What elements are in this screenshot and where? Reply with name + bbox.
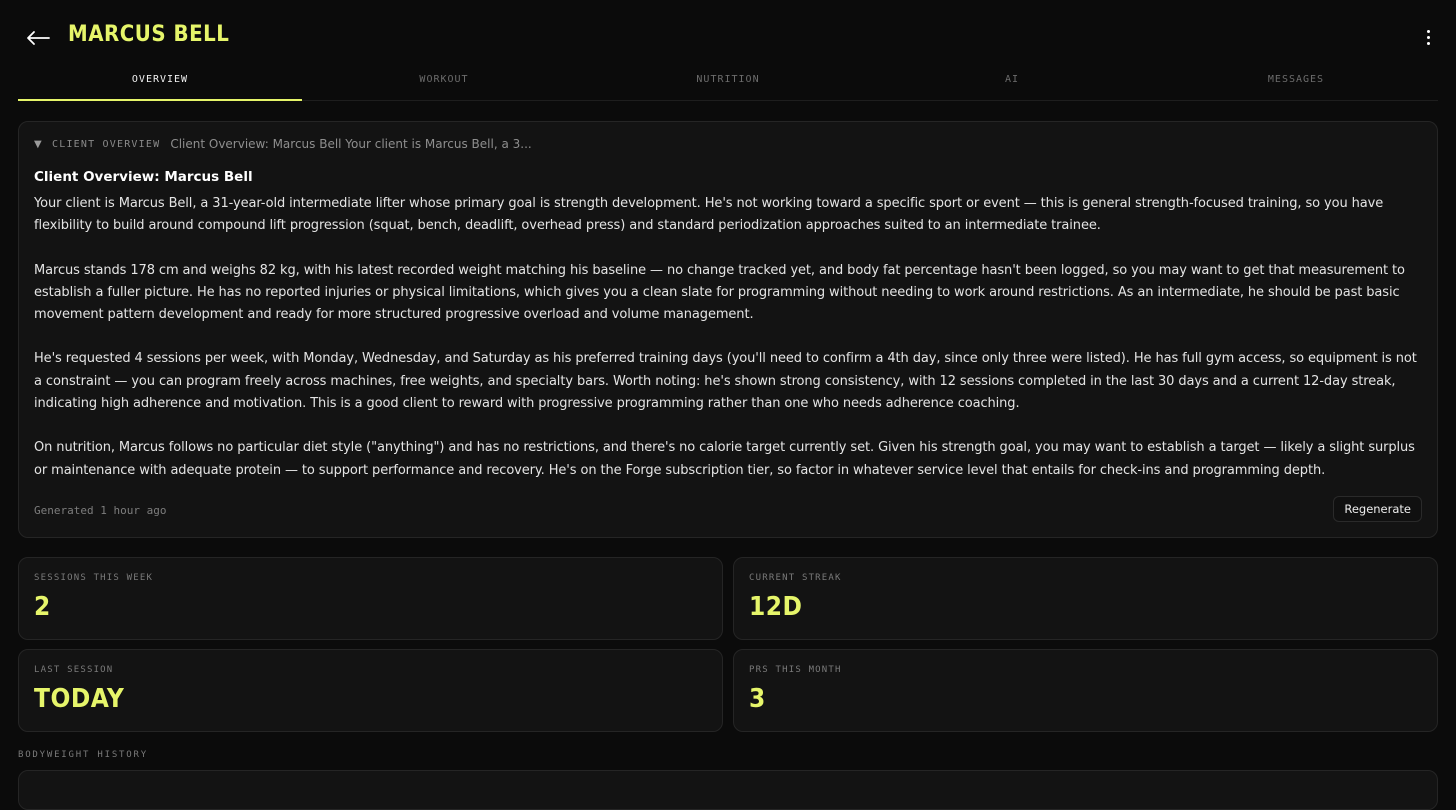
client-overview-preview: Client Overview: Marcus Bell Your client…	[170, 137, 532, 151]
stat-label: CURRENT STREAK	[749, 573, 842, 583]
tab-workout[interactable]: WORKOUT	[302, 64, 586, 100]
client-overview-heading: Client Overview: Marcus Bell	[34, 169, 253, 185]
client-overview-card: ▼ CLIENT OVERVIEW Client Overview: Marcu…	[18, 121, 1438, 538]
client-overview-body: Client Overview: Marcus Bell Your client…	[34, 169, 1426, 504]
stat-label: SESSIONS THIS WEEK	[34, 573, 154, 583]
stat-value: 2	[34, 592, 51, 622]
client-overview-toggle[interactable]: ▼ CLIENT OVERVIEW Client Overview: Marcu…	[34, 137, 532, 151]
stat-value: 3	[749, 684, 766, 714]
bodyweight-history-label: BODYWEIGHT HISTORY	[18, 750, 148, 760]
tab-nutrition[interactable]: NUTRITION	[586, 64, 870, 100]
stat-label: PRS THIS MONTH	[749, 665, 842, 675]
page-title: MARCUS BELL	[68, 22, 230, 47]
stat-value: 12D	[749, 592, 803, 622]
overview-paragraph: On nutrition, Marcus follows no particul…	[34, 440, 1415, 478]
stat-card-last-session: LAST SESSION TODAY	[18, 649, 723, 732]
stat-card-prs: PRS THIS MONTH 3	[733, 649, 1438, 732]
bodyweight-history-card	[18, 770, 1438, 810]
regenerate-button[interactable]: Regenerate	[1333, 496, 1422, 522]
tab-ai[interactable]: AI	[870, 64, 1154, 100]
tab-messages[interactable]: MESSAGES	[1154, 64, 1438, 100]
back-arrow-svg	[27, 31, 50, 45]
overview-paragraph: Your client is Marcus Bell, a 31-year-ol…	[34, 196, 1384, 234]
client-overview-label: CLIENT OVERVIEW	[52, 138, 161, 150]
page-header: MARCUS BELL	[0, 0, 1456, 64]
overview-paragraph: Marcus stands 178 cm and weighs 82 kg, w…	[34, 262, 1405, 323]
more-options-icon[interactable]	[1422, 24, 1434, 50]
stat-card-sessions: SESSIONS THIS WEEK 2	[18, 557, 723, 640]
stat-value: TODAY	[34, 684, 125, 714]
generated-timestamp: Generated 1 hour ago	[34, 504, 167, 517]
tab-bar: OVERVIEW WORKOUT NUTRITION AI MESSAGES	[18, 64, 1438, 101]
stat-label: LAST SESSION	[34, 665, 114, 675]
tab-overview[interactable]: OVERVIEW	[18, 64, 302, 101]
overview-paragraph: He's requested 4 sessions per week, with…	[34, 351, 1417, 412]
back-arrow-icon[interactable]	[24, 24, 52, 52]
triangle-down-icon: ▼	[34, 138, 42, 150]
stat-card-streak: CURRENT STREAK 12D	[733, 557, 1438, 640]
